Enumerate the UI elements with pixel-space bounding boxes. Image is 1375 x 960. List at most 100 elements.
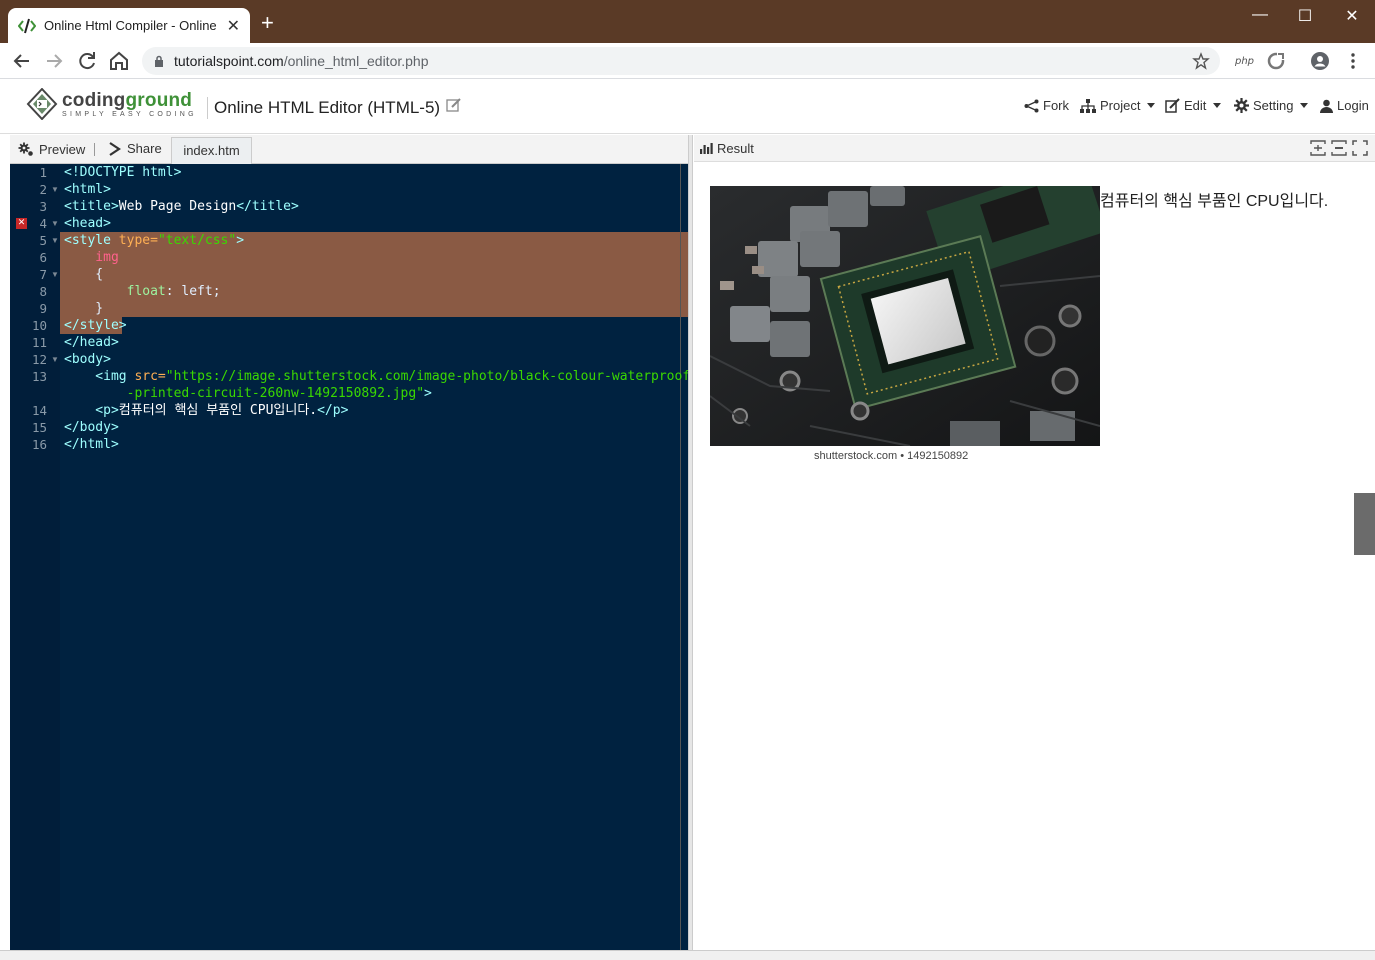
code-line-10: </style> (64, 318, 127, 333)
code-line-14: <p>컴퓨터의 핵심 부품인 CPU입니다.</p> (64, 403, 349, 418)
gears-icon (18, 142, 33, 156)
url-path: /online_html_editor.php (283, 53, 429, 69)
code-line-11: </head> (64, 335, 119, 350)
code-line-15: </body> (64, 420, 119, 435)
pane-splitter[interactable] (688, 135, 693, 950)
new-tab-icon[interactable]: + (261, 12, 274, 34)
code-line-16: </html> (64, 437, 119, 452)
share-label: Share (127, 141, 162, 156)
edit-label: Edit (1184, 98, 1207, 113)
fold-arrow-icon[interactable]: ▼ (51, 351, 59, 368)
forward-icon[interactable] (42, 49, 66, 73)
brand-tagline: SIMPLY EASY CODING (62, 110, 197, 118)
result-pane: Result shutterstock.com • 1492150892 컴퓨터… (694, 135, 1375, 950)
result-toolbar: Result (694, 135, 1375, 162)
line-number: 7 (39, 267, 47, 282)
page-title: Online HTML Editor (HTML-5) (214, 98, 441, 117)
fold-arrow-icon[interactable]: ▼ (51, 181, 59, 198)
edit-icon (1165, 98, 1180, 113)
browser-toolbar: tutorialspoint.com/online_html_editor.ph… (0, 43, 1375, 79)
image-caption: shutterstock.com • 1492150892 (814, 450, 969, 462)
bookmark-star-icon[interactable] (1192, 52, 1210, 70)
edit-title-icon[interactable] (446, 97, 462, 113)
fork-icon (1024, 99, 1039, 112)
result-paragraph: 컴퓨터의 핵심 부품인 CPU입니다. (1100, 193, 1329, 210)
extension-refresh-icon[interactable] (1264, 49, 1288, 73)
logo-mark-icon (26, 88, 58, 120)
browser-titlebar: Online Html Compiler - Online H ✕ + — ☐ … (0, 0, 1375, 43)
code-line-2: <html> (64, 182, 111, 197)
sitemap-icon (1080, 98, 1096, 113)
close-tab-icon[interactable]: ✕ (227, 16, 240, 36)
reload-icon[interactable] (75, 49, 99, 73)
line-number: 5 (39, 233, 47, 248)
login-menu[interactable]: Login (1320, 98, 1369, 113)
line-number: 15 (31, 420, 47, 435)
edit-menu[interactable]: Edit (1165, 98, 1222, 113)
fold-arrow-icon[interactable]: ▼ (51, 232, 59, 249)
project-menu[interactable]: Project (1080, 98, 1156, 113)
site-header: codingground SIMPLY EASY CODING Online H… (0, 80, 1375, 134)
line-number: 12 (31, 352, 47, 367)
code-editor[interactable]: ✕ 1 2 3 4 5 6 7 8 9 10 11 12 13 14 15 16… (10, 164, 688, 950)
menu-kebab-icon[interactable] (1341, 49, 1365, 73)
code-line-6: img (64, 250, 119, 265)
collapse-vertical-icon[interactable] (1331, 140, 1347, 156)
chevron-right-icon (109, 141, 121, 156)
chevron-down-icon (1213, 103, 1222, 108)
result-label: Result (717, 141, 754, 156)
fold-arrow-icon[interactable]: ▼ (51, 215, 59, 232)
expand-vertical-icon[interactable] (1310, 140, 1326, 156)
code-line-4: <head> (64, 216, 111, 231)
editor-pane: Preview Share index.htm ✕ 1 2 3 4 5 6 7 … (10, 135, 688, 950)
login-label: Login (1337, 98, 1369, 113)
account-icon[interactable] (1308, 49, 1332, 73)
code-line-13: <img src="https://image.shutterstock.com… (64, 369, 688, 384)
line-number: 9 (39, 301, 47, 316)
fork-label: Fork (1043, 98, 1069, 113)
browser-tab[interactable]: Online Html Compiler - Online H ✕ (8, 8, 250, 43)
fullscreen-icon[interactable] (1352, 140, 1368, 156)
preview-button[interactable]: Preview (18, 141, 85, 157)
bar-chart-icon (700, 143, 713, 154)
brand-name-ground: ground (125, 89, 193, 111)
line-number: 6 (39, 250, 47, 265)
back-icon[interactable] (10, 49, 34, 73)
line-number: 11 (31, 335, 47, 350)
php-extension-icon[interactable]: php (1233, 49, 1257, 73)
fold-arrow-icon[interactable]: ▼ (51, 266, 59, 283)
code-line-12: <body> (64, 352, 111, 367)
scrollbar-thumb[interactable] (1354, 493, 1375, 555)
chevron-down-icon (1300, 103, 1309, 108)
setting-menu[interactable]: Setting (1234, 98, 1309, 113)
cpu-circuit-image (710, 186, 1100, 446)
result-tab[interactable]: Result (700, 141, 754, 156)
home-icon[interactable] (107, 49, 131, 73)
brand-name-coding: coding (62, 89, 126, 111)
maximize-button[interactable]: ☐ (1290, 6, 1320, 26)
fork-menu[interactable]: Fork (1024, 98, 1069, 113)
circuit-board-illustration (710, 186, 1100, 446)
code-line-8: float: left; (64, 284, 221, 299)
line-number: 16 (31, 437, 47, 452)
share-button[interactable]: Share (108, 141, 162, 156)
code-text-area[interactable]: <!DOCTYPE html> <html> <title>Web Page D… (60, 164, 688, 950)
address-bar[interactable]: tutorialspoint.com/online_html_editor.ph… (142, 47, 1220, 75)
minimize-button[interactable]: — (1245, 6, 1275, 24)
line-number: 2 (39, 182, 47, 197)
project-label: Project (1100, 98, 1141, 113)
codingground-logo[interactable]: codingground SIMPLY EASY CODING (26, 88, 197, 120)
code-line-7: { (64, 267, 104, 282)
url-host: tutorialspoint.com (174, 53, 284, 69)
code-icon (18, 18, 36, 33)
setting-label: Setting (1253, 98, 1294, 113)
toolbar-separator (94, 143, 95, 156)
code-line-3: <title>Web Page Design</title> (64, 199, 299, 214)
editor-toolbar: Preview Share index.htm (10, 135, 688, 164)
line-gutter: ✕ 1 2 3 4 5 6 7 8 9 10 11 12 13 14 15 16… (10, 164, 60, 950)
line-number: 13 (31, 369, 47, 384)
chevron-down-icon (1147, 103, 1156, 108)
close-window-button[interactable]: ✕ (1337, 6, 1367, 26)
lock-icon (155, 55, 163, 67)
file-tab-index[interactable]: index.htm (171, 137, 252, 164)
